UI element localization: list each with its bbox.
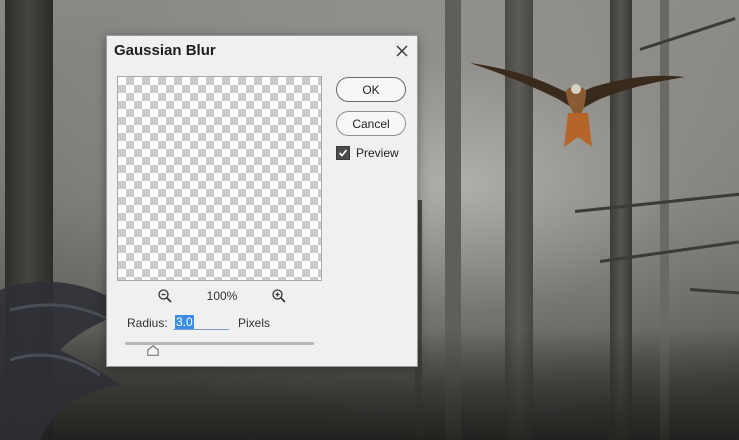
bird-image bbox=[470, 63, 685, 147]
radius-label: Radius: bbox=[127, 316, 168, 330]
tree-branch bbox=[639, 17, 736, 51]
checkmark-icon bbox=[338, 149, 348, 157]
tree-branch bbox=[574, 192, 739, 213]
radius-unit-label: Pixels bbox=[238, 316, 271, 330]
cancel-button[interactable]: Cancel bbox=[336, 111, 406, 136]
zoom-out-icon[interactable] bbox=[157, 288, 173, 304]
close-icon bbox=[396, 45, 408, 57]
zoom-controls: 100% bbox=[157, 288, 287, 304]
radius-value[interactable]: 3.0 bbox=[175, 315, 194, 329]
gaussian-blur-dialog: Gaussian Blur OK Cancel Preview 100% Rad… bbox=[106, 35, 418, 367]
preview-label: Preview bbox=[356, 146, 399, 160]
dialog-title: Gaussian Blur bbox=[114, 42, 216, 59]
preview-toggle[interactable]: Preview bbox=[336, 146, 399, 160]
radius-slider-thumb[interactable] bbox=[147, 345, 160, 356]
zoom-in-icon[interactable] bbox=[271, 288, 287, 304]
zoom-level: 100% bbox=[206, 289, 238, 303]
preview-checkbox[interactable] bbox=[336, 146, 350, 160]
close-button[interactable] bbox=[391, 40, 413, 62]
preview-area[interactable] bbox=[117, 76, 322, 281]
tree-branch bbox=[689, 288, 739, 296]
ok-button[interactable]: OK bbox=[336, 77, 406, 102]
